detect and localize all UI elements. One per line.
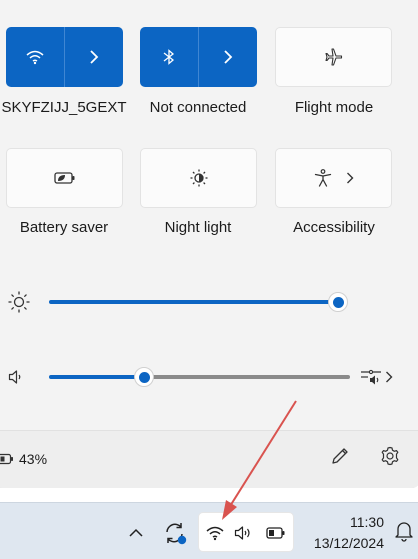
flight-mode-tile[interactable] — [275, 27, 392, 87]
brightness-icon — [8, 291, 30, 313]
volume-track-remaining[interactable] — [144, 375, 350, 379]
volume-track-filled[interactable] — [49, 375, 144, 379]
gear-icon — [381, 446, 399, 466]
chevron-up-icon — [129, 528, 143, 537]
wifi-icon — [206, 526, 224, 541]
bluetooth-icon — [163, 49, 175, 65]
wifi-toggle[interactable] — [6, 27, 64, 87]
brightness-track[interactable] — [49, 300, 338, 304]
battery-percent: 43% — [19, 451, 48, 467]
battery-icon — [266, 527, 285, 539]
volume-slider-row — [0, 362, 418, 392]
night-light-tile[interactable] — [140, 148, 257, 208]
pencil-icon — [332, 448, 348, 464]
night-light-tile-label: Night light — [164, 219, 232, 236]
chevron-right-icon — [346, 172, 353, 184]
battery-icon — [0, 453, 13, 465]
wifi-icon — [26, 50, 44, 65]
speaker-icon — [234, 526, 250, 540]
flight-mode-tile-label: Flight mode — [294, 99, 374, 116]
notification-bell-icon — [395, 522, 413, 542]
wifi-tile-label: SKYFZIJJ_5GEXT — [1, 99, 127, 116]
accessibility-icon — [314, 169, 331, 187]
battery-status[interactable]: 43% — [0, 449, 47, 469]
sync-icon — [166, 523, 187, 545]
bluetooth-tile-label: Not connected — [149, 99, 247, 116]
bluetooth-toggle[interactable] — [140, 27, 198, 87]
brightness-thumb[interactable] — [328, 292, 348, 312]
brightness-slider-row — [0, 287, 418, 317]
notifications-button[interactable] — [394, 520, 416, 544]
battery-saver-tile[interactable] — [6, 148, 123, 208]
volume-thumb[interactable] — [134, 367, 154, 387]
battery-leaf-icon — [53, 172, 74, 184]
wifi-expand-button[interactable] — [64, 27, 123, 87]
desktop-background — [0, 488, 418, 502]
chevron-right-icon — [224, 50, 233, 64]
taskbar-date[interactable]: 13/12/2024 — [314, 535, 384, 551]
chevron-right-icon — [386, 371, 393, 383]
chevron-right-icon — [90, 50, 99, 64]
battery-saver-tile-label: Battery saver — [19, 219, 109, 236]
bluetooth-tile[interactable] — [140, 27, 257, 87]
wifi-tile[interactable] — [6, 27, 123, 87]
airplane-icon — [324, 48, 342, 66]
speaker-icon[interactable] — [8, 369, 24, 385]
audio-output-button[interactable] — [360, 365, 400, 389]
show-hidden-icons-button[interactable] — [126, 522, 146, 542]
taskbar-time[interactable]: 11:30 — [350, 514, 384, 530]
accessibility-tile-label: Accessibility — [293, 219, 375, 236]
edit-button[interactable] — [330, 446, 352, 468]
sync-tray-button[interactable] — [162, 520, 188, 546]
quick-settings-footer — [0, 430, 418, 488]
night-light-icon — [190, 169, 207, 187]
accessibility-tile[interactable] — [275, 148, 392, 208]
audio-output-icon — [361, 369, 381, 385]
settings-button[interactable] — [380, 446, 402, 468]
bluetooth-expand-button[interactable] — [198, 27, 257, 87]
